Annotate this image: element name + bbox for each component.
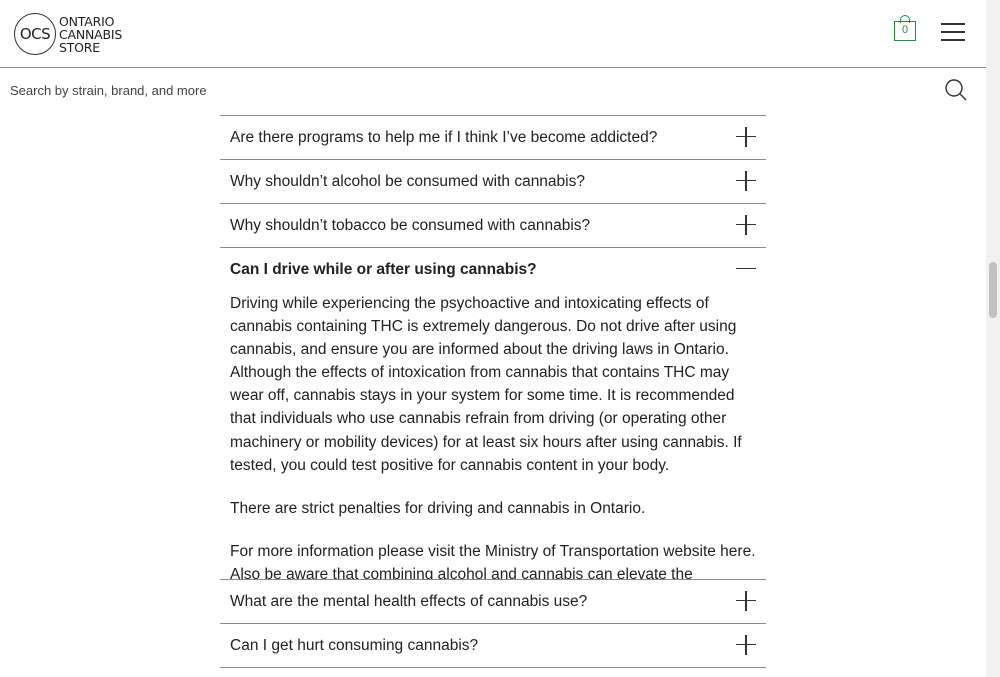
answer-paragraph: Driving while experiencing the psychoact…	[230, 295, 742, 474]
search-bar	[0, 69, 986, 109]
site-header: OCS ONTARIO CANNABIS STORE 0	[0, 0, 986, 68]
faq-question: Why shouldn’t tobacco be consumed with c…	[230, 217, 591, 234]
minus-icon[interactable]	[736, 259, 756, 279]
cart-count: 0	[901, 24, 909, 36]
faq-question: Are there programs to help me if I think…	[230, 129, 658, 146]
logo-line-2: CANNABIS	[59, 26, 123, 42]
faq-item[interactable]: Are there programs to help me if I think…	[220, 115, 766, 159]
ocs-logo[interactable]: OCS ONTARIO CANNABIS STORE	[14, 13, 122, 55]
faq-answer: Driving while experiencing the psychoact…	[230, 292, 756, 579]
cart-button[interactable]: 0	[894, 15, 916, 41]
logo-initials: OCS	[19, 25, 51, 43]
search-input[interactable]	[10, 79, 610, 101]
hamburger-menu-icon[interactable]	[941, 22, 965, 42]
faq-question: Can I drive while or after using cannabi…	[230, 261, 537, 278]
faq-question: Why shouldn’t alcohol be consumed with c…	[230, 173, 585, 190]
plus-icon[interactable]	[736, 215, 756, 235]
plus-icon[interactable]	[736, 635, 756, 655]
logo-wordmark: ONTARIO CANNABIS STORE	[59, 15, 122, 54]
faq-question: Can I get hurt consuming cannabis?	[230, 637, 479, 654]
divider	[220, 667, 766, 668]
answer-paragraph: There are strict penalties for driving a…	[230, 499, 646, 517]
faq-question: What are the mental health effects of ca…	[230, 593, 588, 610]
faq-accordion: Are there programs to help me if I think…	[220, 115, 766, 668]
logo-line-1: ONTARIO	[59, 13, 115, 29]
logo-line-3: STORE	[59, 39, 100, 55]
faq-item-expanded[interactable]: Can I drive while or after using cannabi…	[220, 247, 766, 579]
plus-icon[interactable]	[736, 591, 756, 611]
plus-icon[interactable]	[736, 127, 756, 147]
search-icon[interactable]	[944, 78, 968, 102]
faq-item[interactable]: Why shouldn’t tobacco be consumed with c…	[220, 203, 766, 247]
faq-item[interactable]: What are the mental health effects of ca…	[220, 579, 766, 623]
faq-item[interactable]: Why shouldn’t alcohol be consumed with c…	[220, 159, 766, 203]
scrollbar-thumb[interactable]	[989, 262, 997, 318]
logo-circle: OCS	[14, 13, 56, 55]
answer-paragraph: For more information please visit the Mi…	[230, 542, 756, 579]
scrollbar-track[interactable]	[986, 0, 1000, 677]
plus-icon[interactable]	[736, 171, 756, 191]
faq-item[interactable]: Can I get hurt consuming cannabis?	[220, 623, 766, 667]
